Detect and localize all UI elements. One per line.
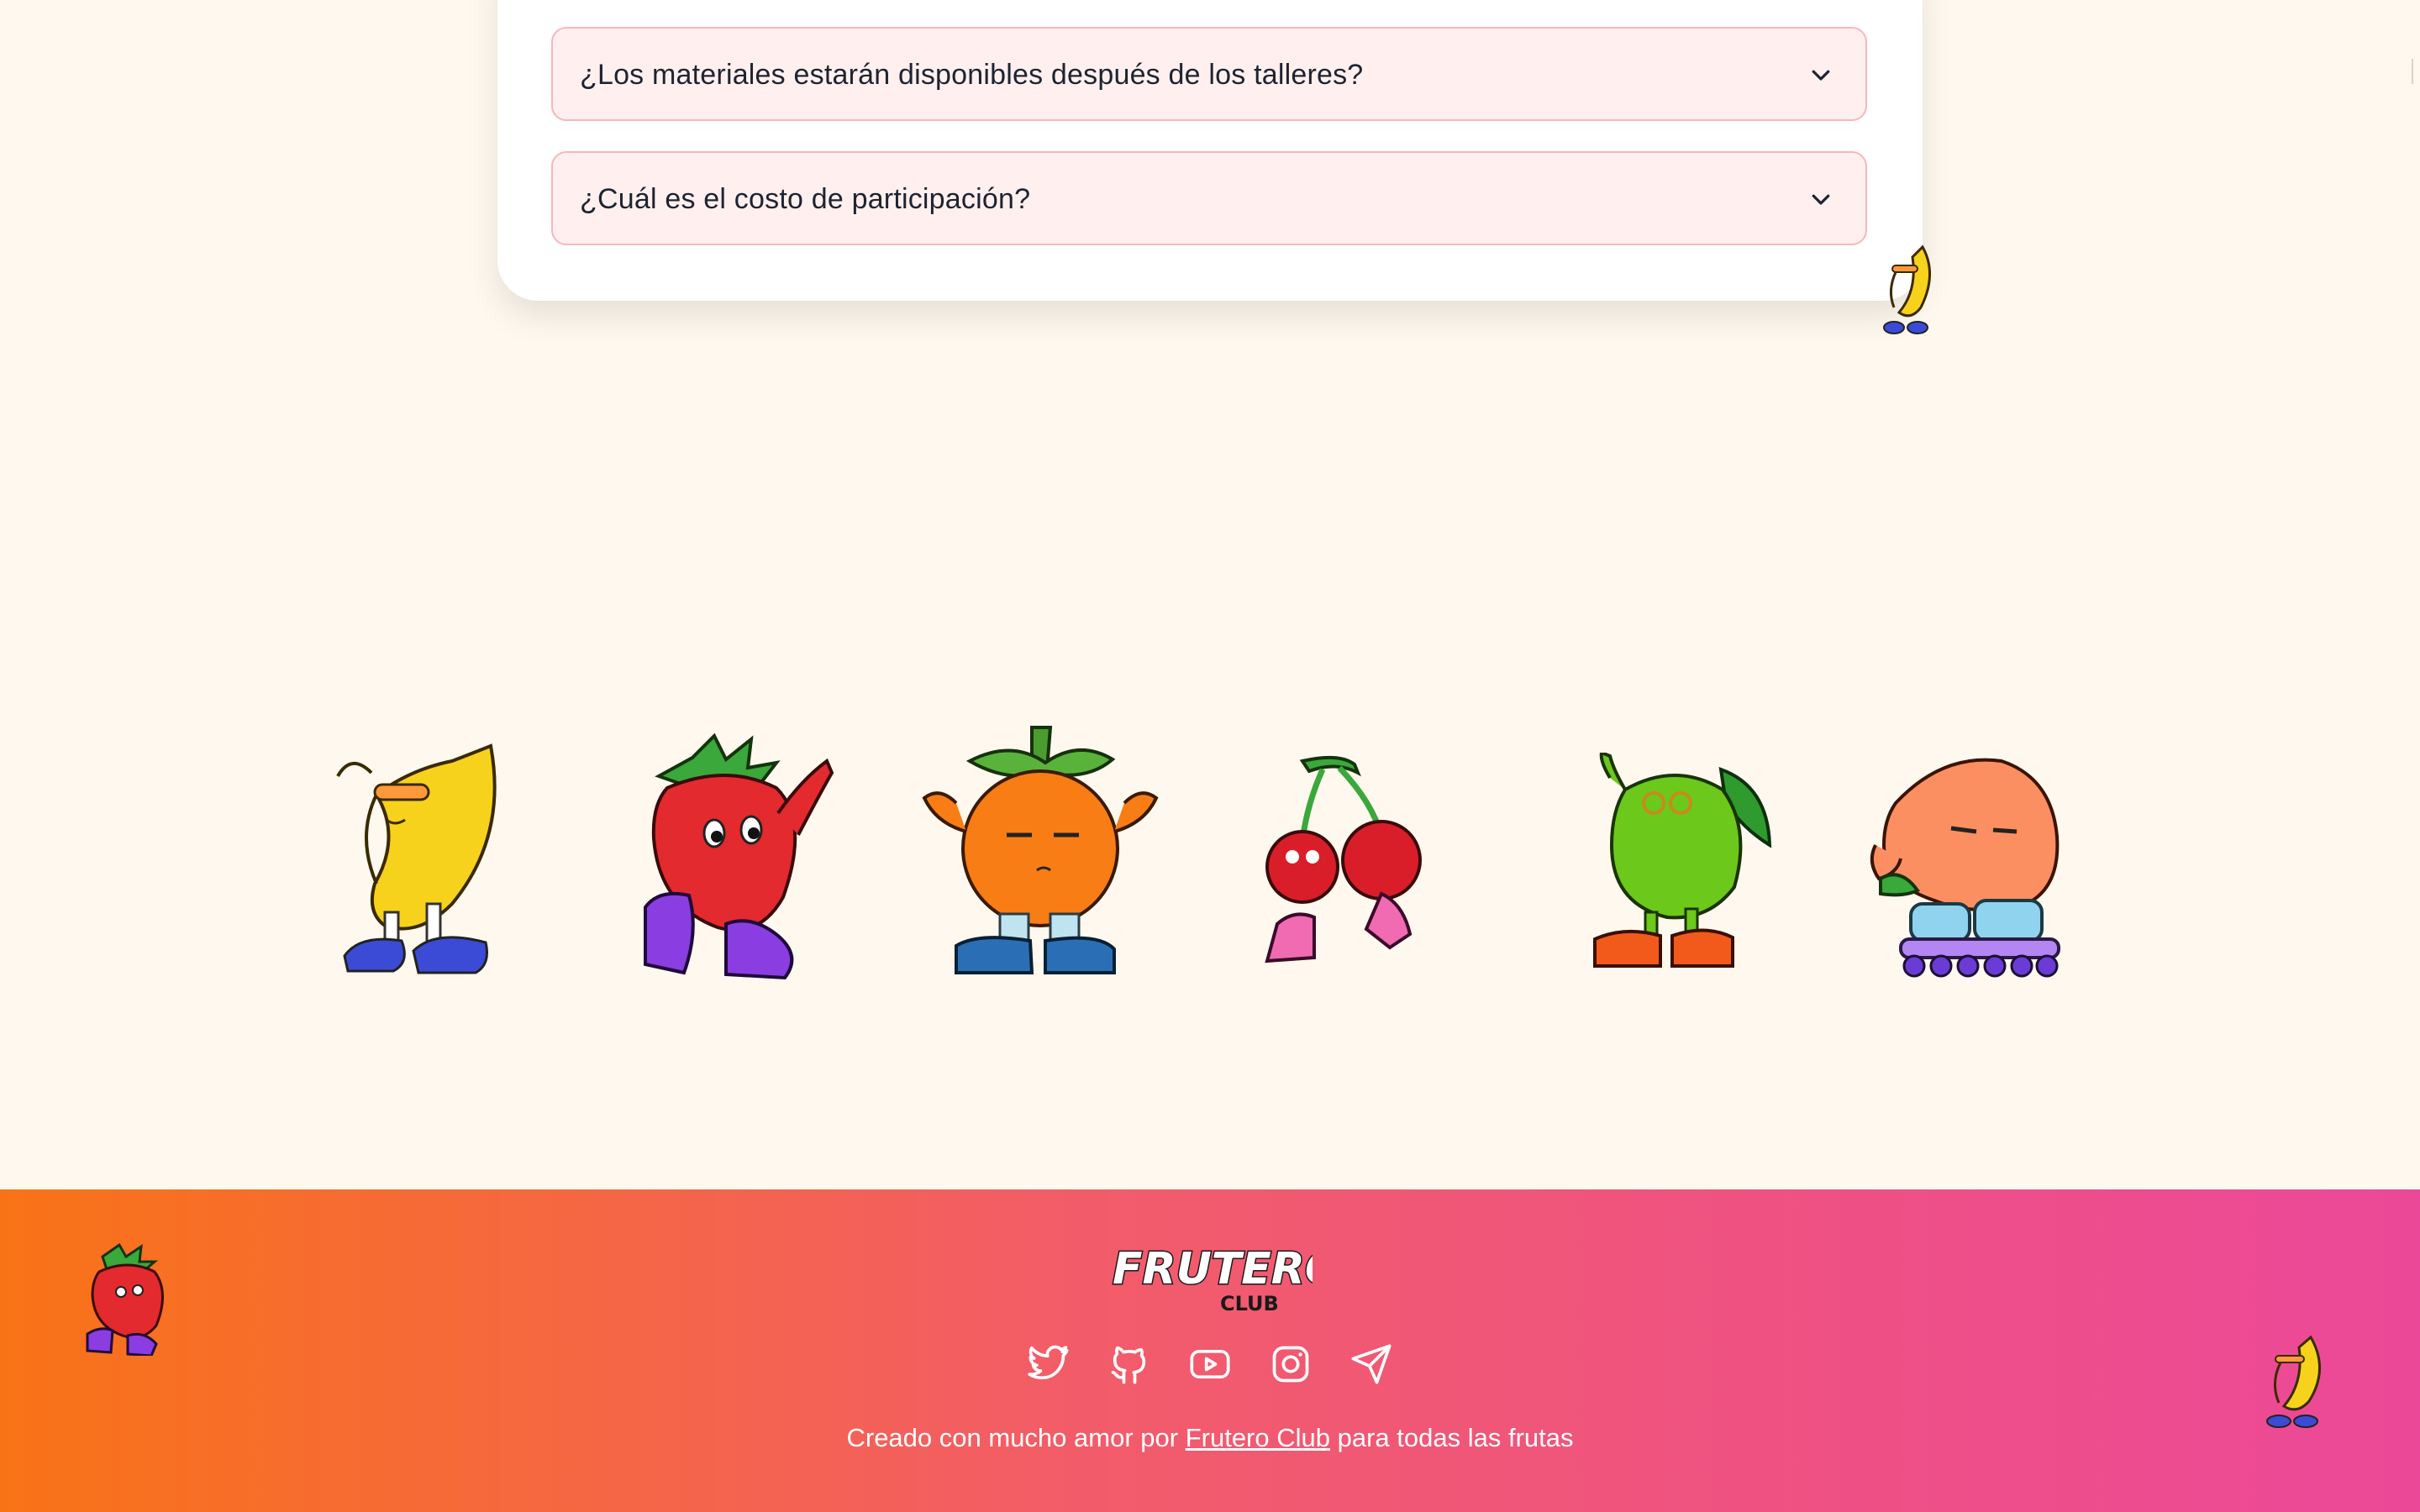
scroll-edge-marker xyxy=(2412,59,2420,84)
logo-main-text: FRUTERO xyxy=(1113,1244,1313,1294)
youtube-icon[interactable] xyxy=(1188,1342,1232,1386)
faq-card: ¿Los materiales estarán disponibles desp… xyxy=(497,0,1923,301)
instagram-icon[interactable] xyxy=(1269,1342,1313,1386)
banana-mascot-small-footer xyxy=(2266,1335,2321,1428)
logo-sub-text: CLUB xyxy=(1220,1292,1279,1315)
twitter-icon[interactable] xyxy=(1027,1342,1071,1386)
logo-wordmark: FRUTERO CLUB xyxy=(1112,1243,1344,1316)
cherries-mascot xyxy=(1265,755,1422,963)
faq-item-materials[interactable]: ¿Los materiales estarán disponibles desp… xyxy=(551,27,1867,121)
github-icon[interactable] xyxy=(1107,1342,1151,1386)
faq-question: ¿Los materiales estarán disponibles desp… xyxy=(580,59,1364,91)
orange-mascot xyxy=(922,726,1159,974)
frutero-club-link[interactable]: Frutero Club xyxy=(1186,1423,1330,1452)
strawberry-mascot xyxy=(644,732,834,980)
banana-mascot-small xyxy=(1883,244,1931,334)
chevron-down-icon xyxy=(1812,194,1830,205)
chevron-down-icon xyxy=(1812,70,1830,81)
banana-mascot xyxy=(336,743,497,974)
credit-prefix: Creado con mucho amor por xyxy=(846,1423,1179,1452)
faq-item-cost[interactable]: ¿Cuál es el costo de participación? xyxy=(551,151,1867,245)
footer-credit: Creado con mucho amor por Frutero Club p… xyxy=(0,1423,2420,1453)
telegram-icon[interactable] xyxy=(1349,1342,1393,1386)
peach-mascot xyxy=(1870,758,2060,978)
frutero-club-logo[interactable]: FRUTERO CLUB xyxy=(1107,1240,1344,1316)
faq-question: ¿Cuál es el costo de participación? xyxy=(580,183,1031,215)
credit-suffix: para todas las frutas xyxy=(1337,1423,1574,1452)
strawberry-mascot-small xyxy=(86,1242,165,1356)
lime-mascot xyxy=(1593,753,1772,968)
